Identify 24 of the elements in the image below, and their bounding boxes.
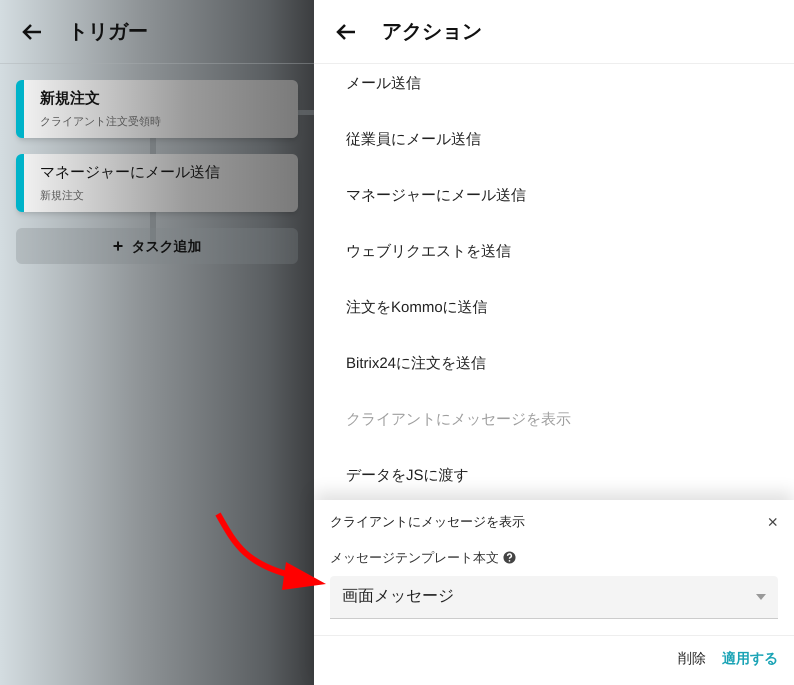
close-button[interactable]: ×: [767, 513, 778, 531]
action-item[interactable]: 従業員にメール送信: [314, 112, 794, 168]
action-item[interactable]: メール送信: [314, 56, 794, 112]
delete-button[interactable]: 削除: [678, 648, 706, 668]
action-item[interactable]: マネージャーにメール送信: [314, 168, 794, 224]
action-item[interactable]: ウェブリクエストを送信: [314, 224, 794, 280]
plus-icon: +: [112, 237, 124, 255]
trigger-card[interactable]: 新規注文 クライアント注文受領時: [16, 80, 298, 138]
action-item[interactable]: 注文をKommoに送信: [314, 280, 794, 336]
panel-title: アクション: [382, 20, 482, 44]
action-item[interactable]: Bitrix24に注文を送信: [314, 336, 794, 392]
template-select[interactable]: 画面メッセージ: [330, 576, 778, 618]
add-task-button[interactable]: + タスク追加: [16, 228, 298, 264]
field-label: メッセージテンプレート本文: [330, 549, 499, 567]
card-title: マネージャーにメール送信: [40, 162, 221, 182]
panel-title: トリガー: [68, 20, 148, 44]
trigger-card[interactable]: マネージャーにメール送信 新規注文: [16, 154, 298, 212]
card-subtitle: クライアント注文受領時: [40, 114, 162, 130]
sheet-title: クライアントにメッセージを表示: [330, 513, 525, 532]
card-title: 新規注文: [40, 88, 101, 108]
card-subtitle: 新規注文: [40, 188, 85, 204]
action-item[interactable]: データをJSに渡す: [314, 448, 794, 504]
dropdown-caret-icon: [756, 594, 766, 600]
help-icon[interactable]: [503, 551, 516, 564]
